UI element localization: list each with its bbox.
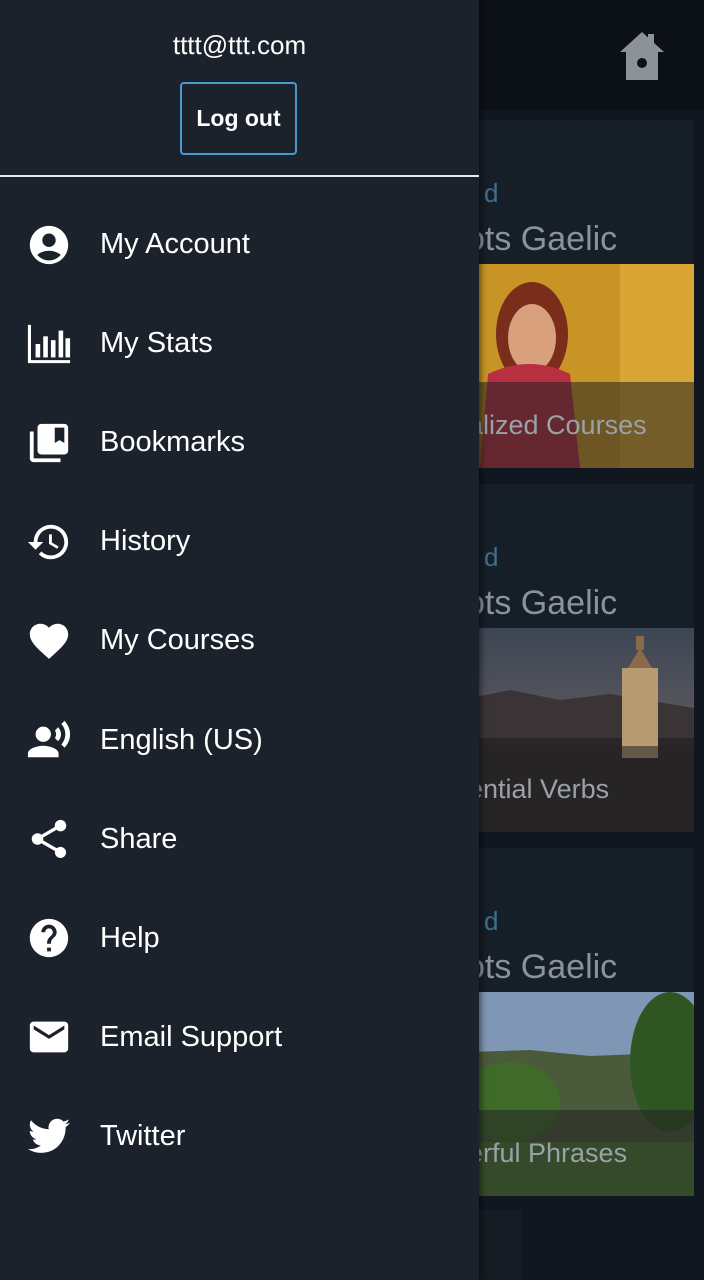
menu-label: Bookmarks xyxy=(100,426,246,459)
card-title: ots Gaelic xyxy=(470,220,618,258)
menu-label: Email Support xyxy=(100,1020,283,1053)
navigation-drawer: tttt@ttt.com Log out My Account My Stats… xyxy=(0,0,479,1280)
menu-item-twitter[interactable]: Twitter xyxy=(0,1087,479,1186)
user-email: tttt@ttt.com xyxy=(172,30,307,60)
help-circle-icon xyxy=(26,915,72,961)
card-title: ots Gaelic xyxy=(470,584,618,622)
menu-label: My Account xyxy=(100,228,250,261)
card-caption-bar: ential Verbs xyxy=(470,746,694,832)
card-title: ots Gaelic xyxy=(470,948,618,986)
card-caption: erful Phrases xyxy=(470,1138,628,1168)
card-caption-bar: erful Phrases xyxy=(470,1110,694,1196)
bookmarks-icon xyxy=(26,420,72,466)
home-icon[interactable] xyxy=(618,30,666,82)
card-kicker: d xyxy=(484,178,499,208)
stats-chart-icon xyxy=(26,321,72,367)
menu-label: My Courses xyxy=(100,624,255,657)
course-card[interactable]: d ots Gaelic alized Courses xyxy=(470,120,694,468)
card-kicker: d xyxy=(484,906,499,936)
menu-item-language[interactable]: English (US) xyxy=(0,690,479,789)
menu-label: My Stats xyxy=(100,327,213,360)
voice-user-icon xyxy=(26,717,72,763)
history-icon xyxy=(26,519,72,565)
account-circle-icon xyxy=(26,222,72,268)
email-icon xyxy=(26,1014,72,1060)
card-caption: alized Courses xyxy=(470,410,647,440)
menu-label: Share xyxy=(100,822,178,855)
course-card[interactable]: d ots Gaelic erful Phrases xyxy=(470,848,694,1196)
menu-item-my-stats[interactable]: My Stats xyxy=(0,294,479,393)
menu-label: History xyxy=(100,525,191,558)
card-caption-bar: alized Courses xyxy=(470,382,694,468)
share-icon xyxy=(26,816,72,862)
menu-label: English (US) xyxy=(100,723,263,756)
menu-item-email-support[interactable]: Email Support xyxy=(0,988,479,1087)
menu-item-my-courses[interactable]: My Courses xyxy=(0,591,479,690)
heart-icon xyxy=(26,618,72,664)
card-kicker: d xyxy=(484,542,499,572)
logout-button[interactable]: Log out xyxy=(180,82,297,155)
course-card[interactable]: d ots Gaelic ential Verbs xyxy=(470,484,694,832)
drawer-header: tttt@ttt.com Log out xyxy=(0,0,479,177)
menu-item-help[interactable]: Help xyxy=(0,889,479,988)
twitter-icon xyxy=(26,1113,72,1159)
menu-item-history[interactable]: History xyxy=(0,492,479,591)
menu-item-share[interactable]: Share xyxy=(0,790,479,889)
menu-label: Twitter xyxy=(100,1119,186,1152)
menu-item-bookmarks[interactable]: Bookmarks xyxy=(0,393,479,492)
menu-item-my-account[interactable]: My Account xyxy=(0,195,479,294)
menu-label: Help xyxy=(100,921,160,954)
drawer-menu: My Account My Stats Bookmarks History My xyxy=(0,195,479,1186)
card-caption: ential Verbs xyxy=(470,774,610,804)
